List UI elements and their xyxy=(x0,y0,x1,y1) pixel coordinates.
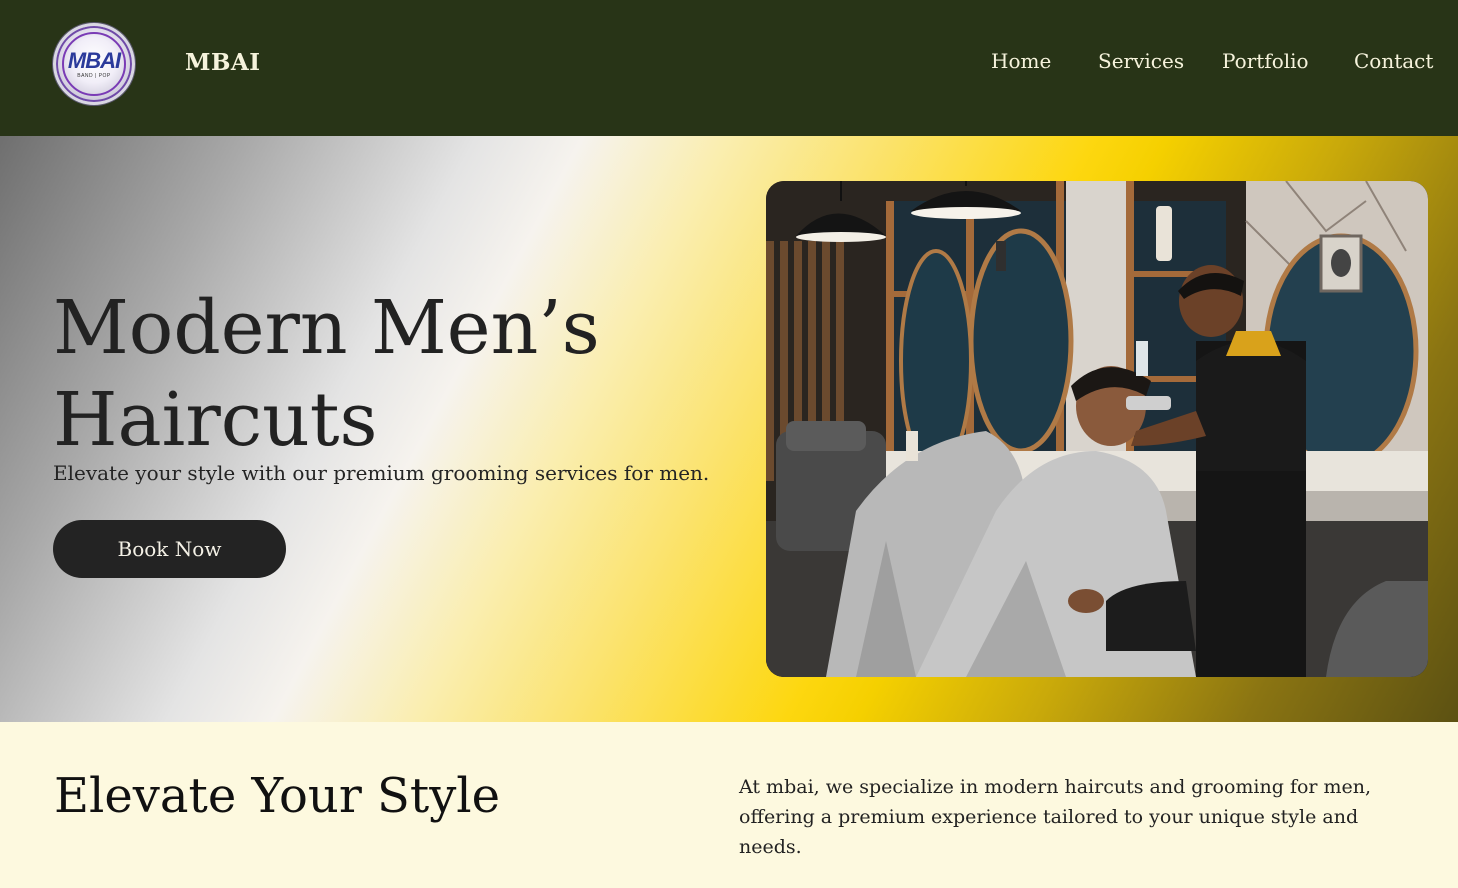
hero-title: Modern Men’s Haircuts xyxy=(53,285,600,463)
main-nav: Home Services Portfolio Contact xyxy=(0,49,1458,79)
about-text: At mbai, we specialize in modern haircut… xyxy=(739,776,1372,858)
book-now-button[interactable]: Book Now xyxy=(53,520,286,578)
nav-services-link[interactable]: Services xyxy=(1098,49,1184,73)
barbershop-illustration xyxy=(766,181,1428,677)
barbershop-photo xyxy=(766,181,1428,677)
about-section: Elevate Your Style At mbai, we specializ… xyxy=(0,722,1458,888)
about-title: Elevate Your Style xyxy=(54,768,501,824)
hero-section: Modern Men’s Haircuts Elevate your style… xyxy=(0,136,1458,722)
nav-contact-link[interactable]: Contact xyxy=(1354,49,1433,73)
site-header: MBAI BAND | POP MBAI Home Services Portf… xyxy=(0,0,1458,136)
nav-home-link[interactable]: Home xyxy=(991,49,1051,73)
hero-subtitle: Elevate your style with our premium groo… xyxy=(53,461,710,485)
nav-portfolio-link[interactable]: Portfolio xyxy=(1222,49,1309,73)
